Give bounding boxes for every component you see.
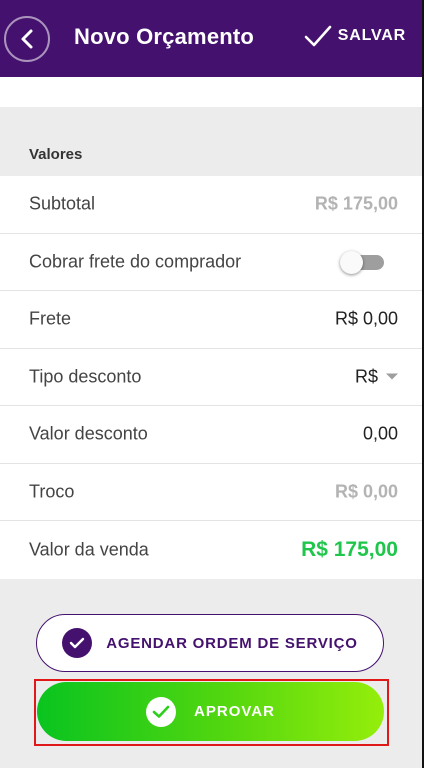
chevron-left-icon xyxy=(21,29,33,49)
section-header: Valores xyxy=(0,107,424,176)
save-button[interactable]: SALVAR xyxy=(304,24,406,48)
caret-down-icon xyxy=(386,373,398,380)
top-spacer xyxy=(0,77,424,107)
shipping-value[interactable]: R$ 0,00 xyxy=(335,309,398,330)
row-subtotal: Subtotal R$ 175,00 xyxy=(0,176,424,234)
change-label: Troco xyxy=(29,481,75,502)
values-list: Subtotal R$ 175,00 Cobrar frete do compr… xyxy=(0,176,424,579)
save-label: SALVAR xyxy=(337,27,406,44)
schedule-label: AGENDAR ORDEM DE SERVIÇO xyxy=(106,634,358,652)
row-discount-value[interactable]: Valor desconto 0,00 xyxy=(0,406,424,464)
charge-shipping-toggle[interactable] xyxy=(340,250,384,274)
row-charge-shipping: Cobrar frete do comprador xyxy=(0,234,424,291)
charge-shipping-label: Cobrar frete do comprador xyxy=(29,251,242,272)
subtotal-label: Subtotal xyxy=(29,193,96,214)
sale-total-value: R$ 175,00 xyxy=(301,537,398,561)
section-title: Valores xyxy=(29,146,83,163)
approve-label: APROVAR xyxy=(194,703,275,720)
discount-type-value: R$ xyxy=(354,366,378,387)
check-icon xyxy=(304,25,332,47)
row-sale-total: Valor da venda R$ 175,00 xyxy=(0,521,424,579)
discount-type-select[interactable]: R$ xyxy=(355,366,398,387)
subtotal-value: R$ 175,00 xyxy=(314,193,398,214)
row-shipping[interactable]: Frete R$ 0,00 xyxy=(0,291,424,349)
row-change: Troco R$ 0,00 xyxy=(0,464,424,521)
discount-value-field[interactable]: 0,00 xyxy=(363,424,398,445)
toggle-knob xyxy=(340,250,363,274)
row-discount-type[interactable]: Tipo desconto R$ xyxy=(0,349,424,406)
discount-type-label: Tipo desconto xyxy=(29,366,142,387)
schedule-service-order-button[interactable]: AGENDAR ORDEM DE SERVIÇO xyxy=(36,614,384,672)
discount-value-label: Valor desconto xyxy=(29,423,148,444)
sale-total-label: Valor da venda xyxy=(29,539,149,560)
shipping-label: Frete xyxy=(29,308,72,329)
app-header: Novo Orçamento SALVAR xyxy=(0,0,424,77)
change-value: R$ 0,00 xyxy=(334,481,398,502)
check-circle-icon xyxy=(146,696,177,727)
approve-button[interactable]: APROVAR xyxy=(37,682,384,741)
back-button[interactable] xyxy=(4,16,50,62)
check-circle-icon xyxy=(62,628,93,658)
page-title: Novo Orçamento xyxy=(74,24,255,49)
